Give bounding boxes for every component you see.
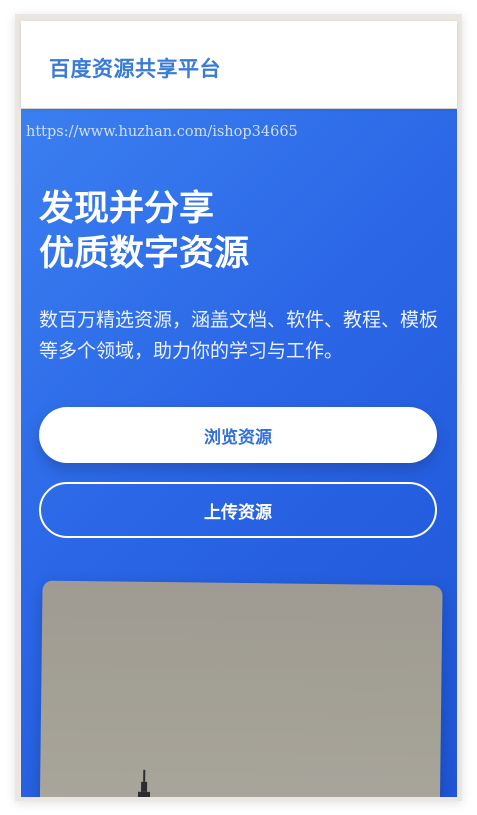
site-header: 百度资源共享平台 — [21, 21, 457, 108]
hero-description: 数百万精选资源，涵盖文档、软件、教程、模板等多个领域，助力你的学习与工作。 — [39, 309, 439, 362]
hero-title-line-2: 优质数字资源 — [39, 234, 250, 274]
hero-city-skyline-image — [39, 580, 443, 797]
hero-title: 发现并分享 优质数字资源 — [39, 187, 249, 277]
hero-section: https://www.huzhan.com/ishop34665 发现并分享 … — [21, 109, 457, 797]
site-logo-text[interactable]: 百度资源共享平台 — [49, 53, 221, 83]
watermark-url: https://www.huzhan.com/ishop34665 — [26, 124, 298, 140]
hero-title-line-1: 发现并分享 — [39, 189, 215, 229]
skyline-silhouette — [137, 769, 151, 797]
browse-resources-button[interactable]: 浏览资源 — [39, 407, 437, 463]
upload-resources-button[interactable]: 上传资源 — [39, 482, 437, 538]
